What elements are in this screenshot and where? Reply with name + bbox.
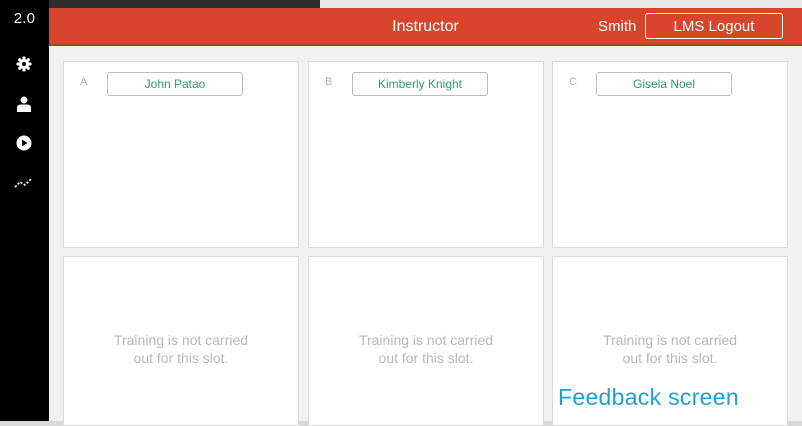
header-bar: Instructor Smith LMS Logout [49, 8, 802, 46]
version-label: 2.0 [13, 10, 36, 27]
lms-logout-button[interactable]: LMS Logout [645, 13, 783, 39]
slot-letter: B [325, 76, 333, 88]
empty-slot-line: out for this slot. [378, 350, 474, 366]
slot-letter: A [80, 76, 88, 88]
empty-slot-line: Training is not carried [358, 332, 494, 348]
trainee-name-button[interactable]: John Patao [107, 72, 243, 96]
play-icon[interactable] [14, 133, 34, 153]
trainee-name-button[interactable]: Kimberly Knight [352, 72, 488, 96]
screen-caption: Feedback screen [558, 384, 739, 410]
empty-slot-message: Training is not carried out for this slo… [64, 331, 298, 367]
user-name: Smith [598, 18, 637, 35]
background-window-light [320, 0, 802, 8]
empty-slot-line: out for this slot. [133, 350, 229, 366]
instructor-app: Instructor Smith LMS Logout A John Patao… [49, 8, 802, 426]
empty-slot-message: Training is not carried out for this slo… [553, 331, 787, 367]
slot-letter: C [569, 76, 577, 88]
slot-card-a: A John Patao [63, 61, 299, 248]
empty-slot-message: Training is not carried out for this slo… [309, 331, 543, 367]
empty-slot-card: Training is not carried out for this slo… [308, 256, 544, 426]
empty-slot-line: out for this slot. [622, 350, 718, 366]
trainee-name-button[interactable]: Gisela Noel [596, 72, 732, 96]
slot-card-b: B Kimberly Knight [308, 61, 544, 248]
empty-slot-line: Training is not carried [602, 332, 738, 348]
empty-slot-card: Training is not carried out for this slo… [63, 256, 299, 426]
chart-line-icon[interactable] [14, 172, 34, 192]
user-icon[interactable] [14, 94, 34, 114]
empty-slot-line: Training is not carried [113, 332, 249, 348]
settings-icon[interactable] [14, 54, 34, 74]
sidebar: 2.0 [0, 0, 49, 421]
slot-card-c: C Gisela Noel [552, 61, 788, 248]
